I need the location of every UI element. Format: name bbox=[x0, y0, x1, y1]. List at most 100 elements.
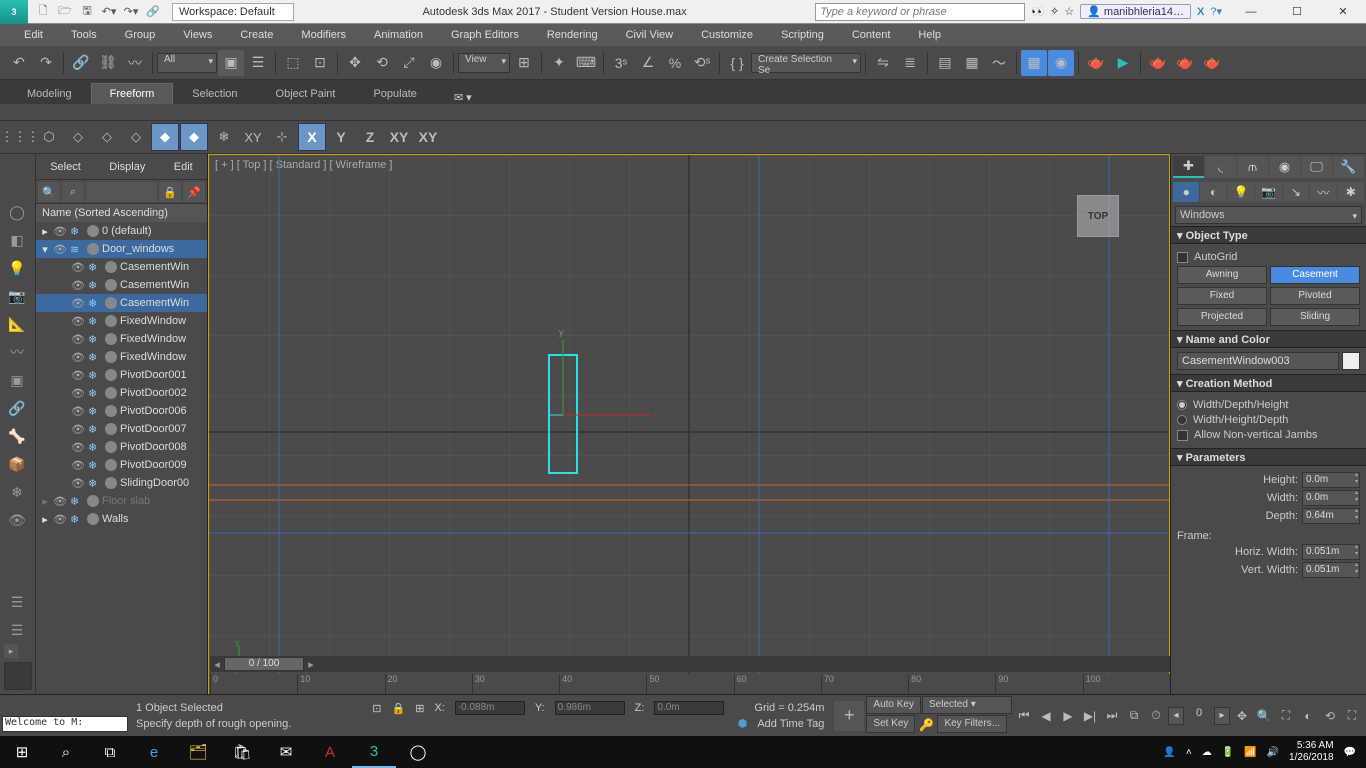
freeze-icon[interactable]: ❄ bbox=[88, 423, 102, 436]
render-cloud-button[interactable]: 🫖 bbox=[1199, 50, 1225, 76]
height-spinner[interactable]: 0.0m bbox=[1302, 472, 1360, 488]
user-account-chip[interactable]: 👤 manibhleria14… bbox=[1080, 4, 1191, 19]
visibility-icon[interactable]: 👁 bbox=[71, 297, 85, 310]
cmd-sub-helpers[interactable]: ↘ bbox=[1283, 182, 1309, 202]
angle-snap-button[interactable]: ∠ bbox=[635, 50, 661, 76]
taskbar-clock[interactable]: 5:36 AM1/26/2018 bbox=[1289, 740, 1334, 764]
tree-row[interactable]: 👁❄CasementWin bbox=[36, 294, 207, 312]
keyboard-shortcut-button[interactable]: ⌨ bbox=[573, 50, 599, 76]
tree-row[interactable]: 👁❄FixedWindow bbox=[36, 330, 207, 348]
se-tab-display[interactable]: Display bbox=[109, 161, 145, 173]
viewport-top[interactable]: [ + ] [ Top ] [ Standard ] [ Wireframe ] bbox=[208, 154, 1170, 710]
window-crossing-button[interactable]: ⊡ bbox=[307, 50, 333, 76]
menu-customize[interactable]: Customize bbox=[687, 24, 767, 46]
render-frame-button[interactable]: ▶ bbox=[1110, 50, 1136, 76]
tree-row[interactable]: 👁❄CasementWin bbox=[36, 276, 207, 294]
se-lock-icon[interactable]: 🔒 bbox=[159, 182, 181, 202]
ribbon-objectpaint[interactable]: Object Paint bbox=[257, 83, 355, 104]
save-icon[interactable]: 🖫 bbox=[76, 1, 98, 23]
menu-content[interactable]: Content bbox=[838, 24, 905, 46]
frame-right-icon[interactable]: ▸ bbox=[1214, 707, 1230, 725]
vp-zoomext-icon[interactable]: ⛶ bbox=[1276, 706, 1296, 726]
visibility-icon[interactable]: 👁 bbox=[53, 513, 67, 526]
keyfilters-button[interactable]: Key Filters... bbox=[937, 715, 1007, 733]
menu-scripting[interactable]: Scripting bbox=[767, 24, 838, 46]
redo-button[interactable]: ↷ bbox=[33, 50, 59, 76]
se-geometry-icon[interactable]: ◧ bbox=[0, 226, 34, 254]
visibility-icon[interactable]: 👁 bbox=[53, 225, 67, 238]
depth-spinner[interactable]: 0.64m bbox=[1302, 508, 1360, 524]
undo-icon[interactable]: ↶▾ bbox=[98, 1, 120, 23]
selection-filter-combo[interactable]: All bbox=[157, 53, 217, 73]
se-tab-select[interactable]: Select bbox=[50, 161, 81, 173]
menu-grapheditors[interactable]: Graph Editors bbox=[437, 24, 533, 46]
se-menu1-icon[interactable]: ☰ bbox=[0, 588, 34, 616]
timeslider-next-icon[interactable]: ▸ bbox=[304, 658, 318, 671]
binoculars-icon[interactable]: 👀 bbox=[1031, 5, 1045, 18]
time-ruler[interactable]: 0102030405060708090100 bbox=[210, 674, 1170, 694]
tray-battery-icon[interactable]: 🔋 bbox=[1222, 747, 1234, 758]
freeze-icon[interactable]: ❄ bbox=[88, 405, 102, 418]
coord-icon[interactable]: ⊞ bbox=[415, 702, 424, 715]
visibility-icon[interactable]: 👁 bbox=[71, 333, 85, 346]
freeze-icon[interactable]: ❄ bbox=[88, 351, 102, 364]
time-slider[interactable]: ◂ 0 / 100 ▸ bbox=[210, 656, 1170, 672]
ribbon-freeform[interactable]: Freeform bbox=[91, 83, 174, 104]
timeslider-knob[interactable]: 0 / 100 bbox=[224, 657, 304, 671]
snap-freeze-icon[interactable]: ❄ bbox=[210, 123, 238, 151]
rollout-parameters[interactable]: ▾ Parameters bbox=[1171, 448, 1366, 466]
y-coord-input[interactable]: 0.986m bbox=[555, 701, 625, 715]
se-frozen-icon[interactable]: ❄ bbox=[0, 478, 34, 506]
bind-button[interactable]: 〰 bbox=[122, 50, 148, 76]
cmd-sub-spacewarps[interactable]: 〰 bbox=[1310, 182, 1336, 202]
taskview-icon[interactable]: ⧉ bbox=[88, 736, 132, 768]
se-tab-edit[interactable]: Edit bbox=[174, 161, 193, 173]
named-selection-combo[interactable]: Create Selection Se bbox=[751, 53, 861, 73]
connect-icon[interactable]: ⟡ bbox=[1051, 5, 1058, 18]
cmd-sub-geometry[interactable]: ● bbox=[1173, 182, 1199, 202]
radio-wdh[interactable] bbox=[1177, 400, 1187, 410]
frame-left-icon[interactable]: ◂ bbox=[1168, 707, 1184, 725]
freeze-icon[interactable]: ❄ bbox=[88, 369, 102, 382]
open-icon[interactable]: 🗁 bbox=[54, 1, 76, 23]
axis-xy-button[interactable]: XY bbox=[385, 123, 413, 151]
visibility-icon[interactable]: 👁 bbox=[71, 261, 85, 274]
store-icon[interactable]: 🛍 bbox=[220, 736, 264, 768]
menu-civilview[interactable]: Civil View bbox=[612, 24, 687, 46]
star-icon[interactable]: ☆ bbox=[1064, 5, 1074, 18]
select-by-name-button[interactable]: ☰ bbox=[245, 50, 271, 76]
objtype-fixed-button[interactable]: Fixed bbox=[1177, 287, 1267, 305]
cmd-sub-lights[interactable]: 💡 bbox=[1228, 182, 1254, 202]
autokey-button[interactable]: Auto Key bbox=[866, 696, 921, 714]
exchange-icon[interactable]: X bbox=[1197, 6, 1204, 18]
tree-row[interactable]: 👁❄PivotDoor007 bbox=[36, 420, 207, 438]
move-button[interactable]: ✥ bbox=[342, 50, 368, 76]
grid-points-snap-icon[interactable]: ⋮⋮⋮ bbox=[6, 123, 34, 151]
cmd-tab-create[interactable]: ✚ bbox=[1173, 156, 1204, 178]
next-frame-icon[interactable]: ▶| bbox=[1080, 706, 1100, 726]
menu-edit[interactable]: Edit bbox=[10, 24, 57, 46]
se-lights-icon[interactable]: 💡 bbox=[0, 254, 34, 282]
tray-people-icon[interactable]: 👤 bbox=[1163, 747, 1175, 758]
cmd-tab-display[interactable]: 🖵 bbox=[1301, 156, 1332, 178]
rect-region-button[interactable]: ⬚ bbox=[280, 50, 306, 76]
se-pin-icon[interactable]: 📌 bbox=[183, 182, 205, 202]
se-space-icon[interactable]: 〰 bbox=[0, 338, 34, 366]
se-containers-icon[interactable]: 📦 bbox=[0, 450, 34, 478]
isolate-icon[interactable]: ⊡ bbox=[372, 702, 381, 715]
start-button[interactable]: ⊞ bbox=[0, 736, 44, 768]
autogrid-checkbox[interactable] bbox=[1177, 252, 1188, 263]
time-config-icon[interactable]: ⏱ bbox=[1146, 706, 1166, 726]
rollout-creation-method[interactable]: ▾ Creation Method bbox=[1171, 374, 1366, 392]
material-editor-button[interactable]: ◉ bbox=[1048, 50, 1074, 76]
se-helpers-icon[interactable]: 📐 bbox=[0, 310, 34, 338]
edit-named-sel-button[interactable]: { } bbox=[724, 50, 750, 76]
ref-coord-combo[interactable]: View bbox=[458, 53, 510, 73]
objtype-pivoted-button[interactable]: Pivoted bbox=[1270, 287, 1360, 305]
se-search-icon[interactable]: 🔍 bbox=[38, 182, 60, 202]
freeze-icon[interactable]: ❄ bbox=[88, 315, 102, 328]
cmd-sub-systems[interactable]: ✱ bbox=[1338, 182, 1364, 202]
objtype-casement-button[interactable]: Casement bbox=[1270, 266, 1360, 284]
se-menu2-icon[interactable]: ☰ bbox=[0, 616, 34, 644]
vp-fov-icon[interactable]: ◐ bbox=[1298, 706, 1318, 726]
